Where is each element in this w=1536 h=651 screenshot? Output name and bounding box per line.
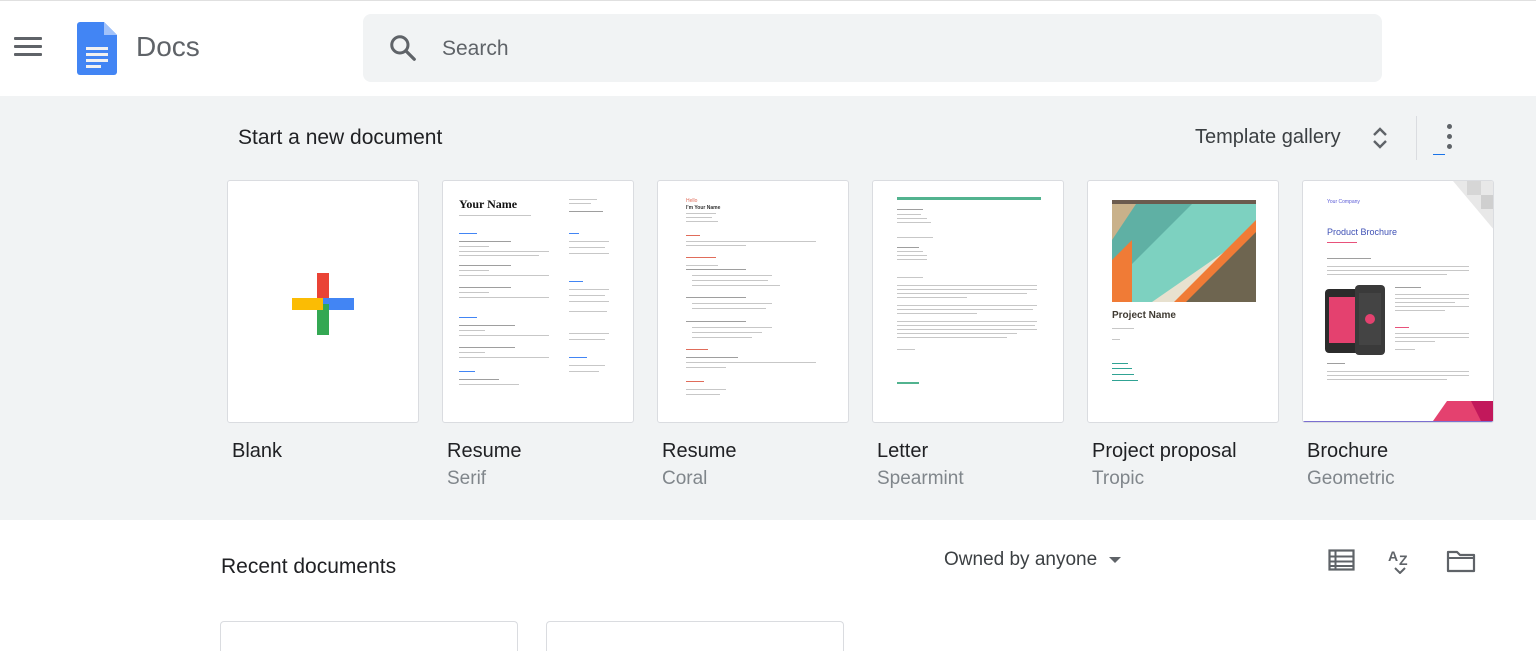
list-view-icon[interactable]	[1328, 549, 1355, 571]
template-name: Resume	[447, 440, 522, 462]
section-title: Start a new document	[238, 126, 443, 149]
search-icon[interactable]	[388, 33, 418, 63]
unfold-more-icon[interactable]	[1370, 124, 1390, 152]
thumb-heading: Hello	[686, 198, 698, 204]
owner-filter-label: Owned by anyone	[944, 549, 1098, 570]
thumb-artwork	[1112, 200, 1256, 302]
app-title[interactable]: Docs	[136, 31, 200, 63]
divider	[1416, 116, 1417, 160]
thumb-phone-artwork	[1325, 285, 1385, 355]
template-gallery-button[interactable]: Template gallery	[1195, 123, 1341, 151]
template-name: Blank	[232, 440, 283, 462]
svg-text:Z: Z	[1399, 552, 1408, 568]
thumb-heading: Project Name	[1112, 310, 1176, 321]
docs-logo-icon[interactable]	[77, 22, 117, 75]
more-options-icon[interactable]	[1441, 124, 1457, 152]
recent-documents-title: Recent documents	[221, 555, 397, 578]
thumb-heading: Your Company	[1327, 199, 1360, 205]
template-subtitle: Tropic	[1092, 468, 1145, 489]
dropdown-arrow-icon	[1109, 557, 1122, 563]
template-blank[interactable]: Blank	[227, 180, 419, 491]
template-subtitle: Serif	[447, 468, 487, 489]
template-thumbnail[interactable]: Hello I'm Your Name	[657, 180, 849, 423]
sort-az-icon[interactable]: A Z	[1386, 546, 1416, 574]
thumb-pattern	[1453, 181, 1493, 229]
template-subtitle	[227, 468, 419, 491]
template-name: Project proposal	[1092, 440, 1237, 462]
template-thumbnail[interactable]: Project Name	[1087, 180, 1279, 423]
template-thumbnail[interactable]: Your Name	[442, 180, 634, 423]
recent-document-card[interactable]	[220, 621, 518, 651]
template-subtitle: Geometric	[1307, 468, 1395, 489]
search-input[interactable]	[442, 31, 1342, 67]
template-project-proposal-tropic[interactable]: Project Name Project proposal Tropic	[1087, 180, 1279, 491]
thumb-heading: Your Name	[459, 197, 518, 211]
template-thumbnail[interactable]	[872, 180, 1064, 423]
template-name: Letter	[877, 440, 929, 462]
template-brochure-geometric[interactable]: Your Company Product Brochure Brochure G…	[1302, 180, 1494, 491]
template-resume-serif[interactable]: Your Name Resume Serif	[442, 180, 634, 491]
template-subtitle: Spearmint	[877, 468, 964, 489]
main-menu-icon[interactable]	[14, 37, 42, 59]
template-name: Brochure	[1307, 440, 1389, 462]
focus-indicator	[1433, 154, 1445, 155]
recent-document-card[interactable]	[546, 621, 844, 651]
plus-icon	[292, 273, 354, 335]
owner-filter-dropdown[interactable]: Owned by anyone	[944, 549, 1122, 571]
thumb-footer-pattern	[1303, 401, 1493, 422]
template-thumbnail[interactable]	[227, 180, 419, 423]
svg-text:A: A	[1388, 548, 1398, 564]
folder-icon[interactable]	[1446, 549, 1476, 573]
thumb-heading-2: Product Brochure	[1327, 227, 1398, 237]
template-thumbnail[interactable]: Your Company Product Brochure	[1302, 180, 1494, 423]
thumb-heading-2: I'm Your Name	[686, 205, 721, 211]
template-name: Resume	[662, 440, 737, 462]
template-subtitle: Coral	[662, 468, 708, 489]
template-letter-spearmint[interactable]: Letter Spearmint	[872, 180, 1064, 491]
top-bar: Docs	[0, 0, 1536, 96]
template-resume-coral[interactable]: Hello I'm Your Name Resume Coral	[657, 180, 849, 491]
